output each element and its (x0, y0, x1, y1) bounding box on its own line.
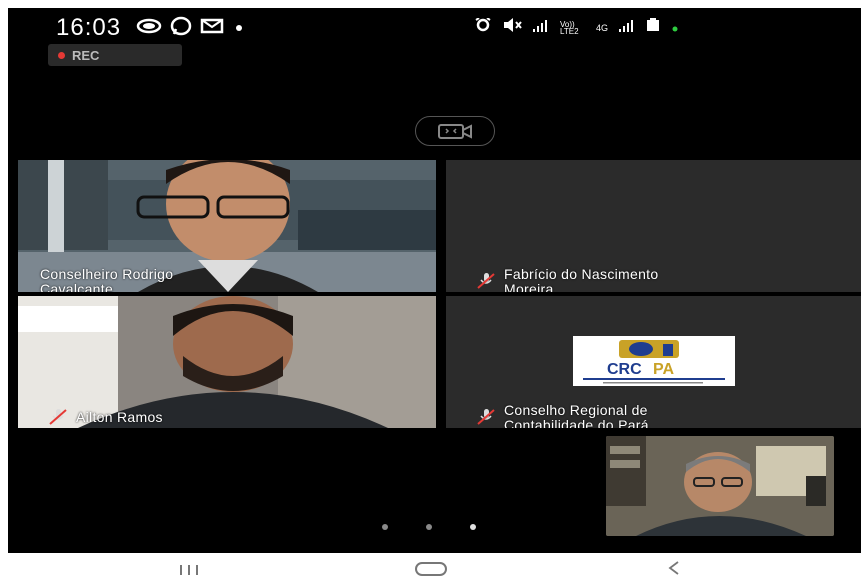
camera-switch-button[interactable] (415, 116, 495, 146)
whatsapp-icon (170, 16, 192, 41)
self-video-feed (606, 436, 834, 536)
participant-name-line1: Conselho Regional de (504, 402, 648, 418)
muted-mic-icon (476, 408, 496, 428)
muted-mic-icon (48, 408, 68, 428)
volte-icon: Vo)) LTE2 (560, 19, 579, 36)
recording-dot-icon (58, 52, 65, 59)
call-recording-icon (136, 18, 162, 39)
participant-name-line1: Fabrício do Nascimento (504, 266, 659, 282)
page-dot[interactable] (382, 524, 388, 530)
dot-icon (232, 19, 246, 38)
participant-name: Conselheiro Rodrigo Cavalcante (40, 266, 174, 293)
participant-tile[interactable]: CRC PA Conselho Regional de Contabilidad… (446, 296, 861, 428)
participant-name-line1: Conselheiro Rodrigo (40, 266, 174, 282)
battery-icon (646, 18, 662, 37)
meeting-screen: 16:03 Vo)) LTE2 4G REC Conselheiro Rodri… (8, 8, 861, 553)
4g-icon: 4G (596, 22, 609, 33)
participant-name-line2: Moreira (504, 281, 554, 293)
signal-icon (618, 19, 636, 37)
pagination-dots[interactable] (382, 524, 476, 530)
status-right-icons: Vo)) LTE2 4G (474, 17, 678, 37)
android-nav-bar (0, 553, 861, 577)
crc-pa-logo: CRC PA (573, 336, 735, 386)
participant-name: Conselho Regional de Contabilidade do Pa… (504, 402, 649, 429)
green-indicator-icon (672, 19, 678, 37)
self-view-video[interactable] (606, 436, 834, 536)
page-dot[interactable] (426, 524, 432, 530)
status-bar: 16:03 Vo)) LTE2 4G (8, 8, 861, 44)
recording-badge: REC (48, 44, 182, 66)
participant-name-line2: Contabilidade do Pará (504, 417, 649, 429)
participant-name-line1: Ailton Ramos (76, 409, 163, 425)
page-dot-active[interactable] (470, 524, 476, 530)
status-time: 16:03 (56, 14, 122, 41)
participant-name: Ailton Ramos (76, 410, 163, 425)
status-left-icons (136, 16, 246, 41)
participant-tile[interactable]: Fabrício do Nascimento Moreira (446, 160, 861, 292)
svg-text:CRC: CRC (607, 361, 642, 378)
alarm-icon (474, 17, 492, 37)
recording-label: REC (72, 47, 100, 63)
muted-mic-icon (476, 272, 496, 292)
participant-tile[interactable]: Conselheiro Rodrigo Cavalcante (18, 160, 436, 292)
camera-switch-icon (438, 124, 472, 139)
participant-tile[interactable]: Ailton Ramos (18, 296, 436, 428)
signal-icon (532, 19, 550, 37)
back-icon[interactable] (666, 560, 682, 581)
participant-name-line2: Cavalcante (40, 281, 114, 293)
home-icon[interactable] (414, 562, 448, 581)
participant-name: Fabrício do Nascimento Moreira (504, 266, 659, 293)
svg-text:PA: PA (653, 361, 674, 378)
email-icon (200, 18, 224, 39)
mute-icon (502, 18, 522, 37)
recents-icon[interactable] (178, 563, 200, 581)
